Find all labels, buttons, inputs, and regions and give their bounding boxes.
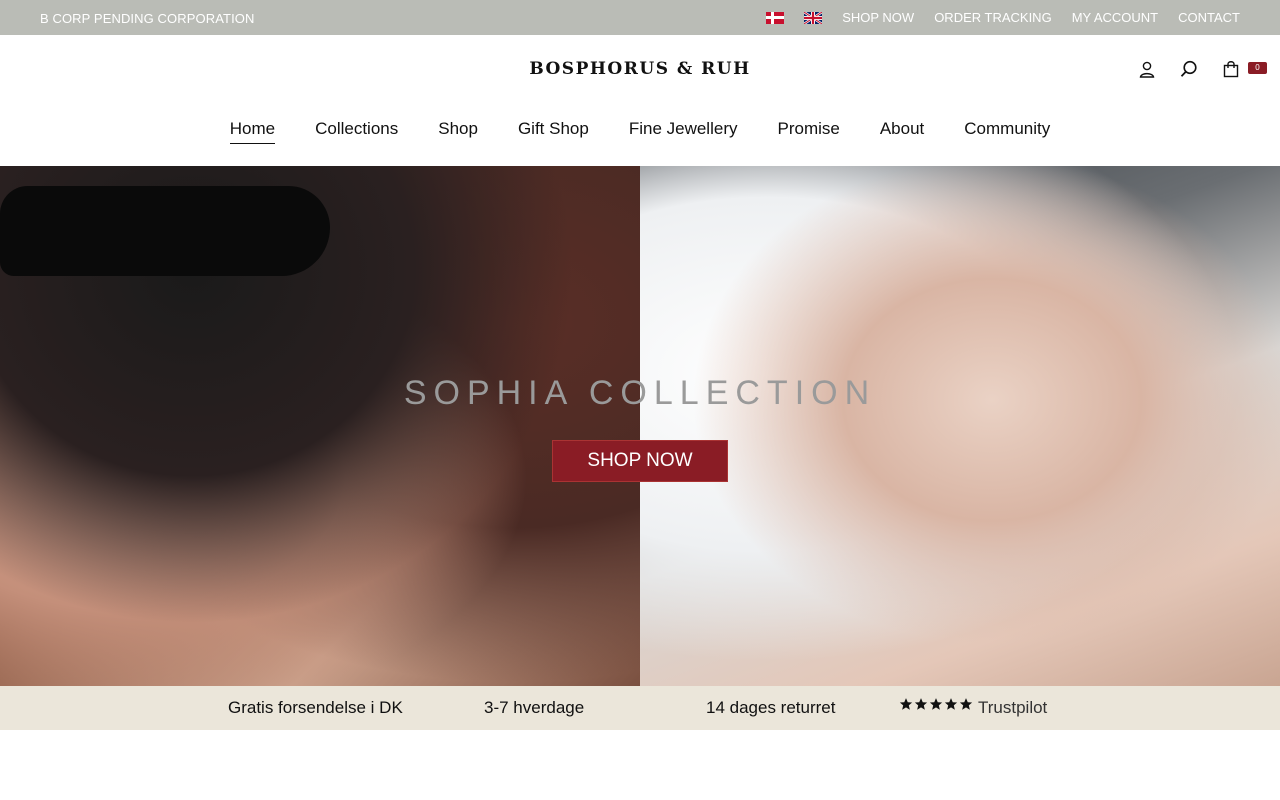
nav-shop[interactable]: Shop — [438, 119, 478, 144]
top-link-my-account[interactable]: MY ACCOUNT — [1072, 10, 1158, 25]
header-icons: 0 — [1138, 59, 1267, 79]
star-icon — [914, 698, 928, 710]
usp-returns: 14 dages returret — [706, 698, 836, 717]
usp-shipping: Gratis forsendelse i DK — [228, 698, 403, 717]
usp-strip: Gratis forsendelse i DK 3-7 hverdage 14 … — [0, 686, 1280, 730]
search-icon[interactable] — [1180, 59, 1198, 79]
rating-stars[interactable] — [899, 697, 973, 711]
usp-delivery: 3-7 hverdage — [484, 698, 585, 717]
top-link-contact[interactable]: CONTACT — [1178, 10, 1240, 25]
star-icon — [929, 698, 943, 710]
top-link-order-tracking[interactable]: ORDER TRACKING — [934, 10, 1052, 25]
english-flag-icon[interactable] — [804, 11, 823, 24]
top-bar: B CORP PENDING CORPORATION SHOP NOW ORDE… — [0, 0, 1280, 35]
star-icon — [959, 698, 973, 710]
nav-gift-shop[interactable]: Gift Shop — [518, 119, 589, 144]
shopping-bag-icon[interactable] — [1222, 59, 1240, 79]
hero-title: SOPHIA COLLECTION — [403, 374, 877, 412]
trustpilot-link[interactable]: Trustpilot — [978, 698, 1047, 718]
star-icon — [899, 698, 913, 710]
nav-about[interactable]: About — [880, 119, 924, 144]
nav-community[interactable]: Community — [964, 119, 1050, 144]
hero-shop-now-button[interactable]: SHOP NOW — [552, 440, 728, 482]
top-links: SHOP NOW ORDER TRACKING MY ACCOUNT CONTA… — [766, 0, 1240, 35]
hero-sunglasses-shape — [0, 186, 330, 276]
nav-home[interactable]: Home — [229, 119, 276, 144]
brand-logo[interactable]: BOSPHORUS & RUH — [0, 59, 1280, 79]
hero-image-left — [0, 166, 640, 686]
language-switcher — [766, 11, 823, 24]
hero-banner: SOPHIA COLLECTION SHOP NOW — [0, 166, 1280, 686]
nav-promise[interactable]: Promise — [777, 119, 839, 144]
main-nav: Home Collections Shop Gift Shop Fine Jew… — [0, 119, 1280, 144]
nav-collections[interactable]: Collections — [315, 119, 398, 144]
star-icon — [944, 698, 958, 710]
nav-fine-jewellery[interactable]: Fine Jewellery — [629, 119, 738, 144]
hero-image-right — [640, 166, 1280, 686]
cart-count-badge: 0 — [1248, 62, 1267, 74]
top-link-shop-now[interactable]: SHOP NOW — [842, 10, 914, 25]
corp-tagline: B CORP PENDING CORPORATION — [40, 11, 255, 26]
site-header: BOSPHORUS & RUH 0 Home Collections Shop … — [0, 35, 1280, 166]
danish-flag-icon[interactable] — [766, 11, 785, 24]
account-icon[interactable] — [1138, 59, 1156, 79]
cart[interactable]: 0 — [1222, 59, 1267, 79]
